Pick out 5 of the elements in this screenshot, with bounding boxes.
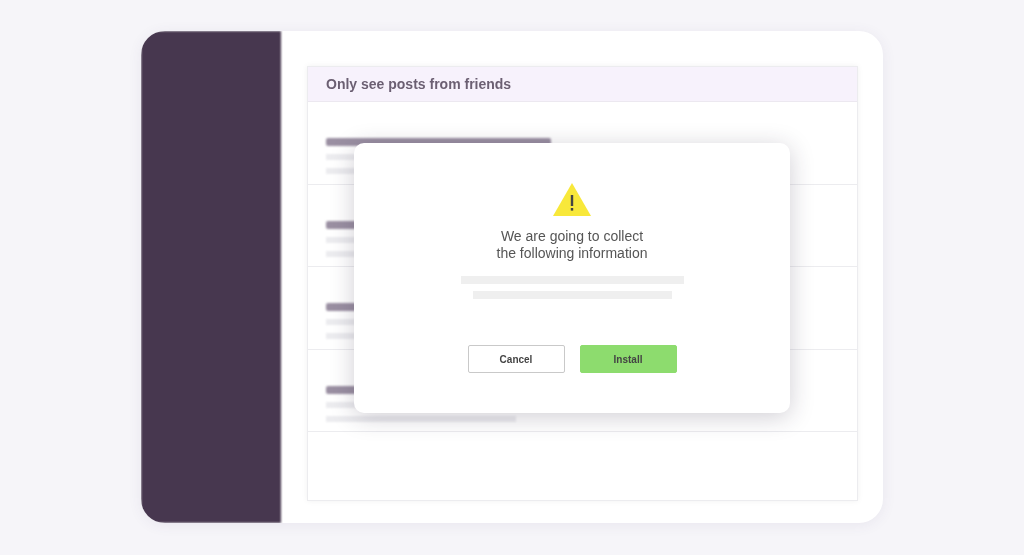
cancel-button[interactable]: Cancel xyxy=(467,345,565,373)
install-button[interactable]: Install xyxy=(579,345,677,373)
panel-header: Only see posts from friends xyxy=(308,67,857,102)
dialog-message: We are going to collect the following information xyxy=(496,228,648,262)
warning-icon xyxy=(553,183,591,216)
